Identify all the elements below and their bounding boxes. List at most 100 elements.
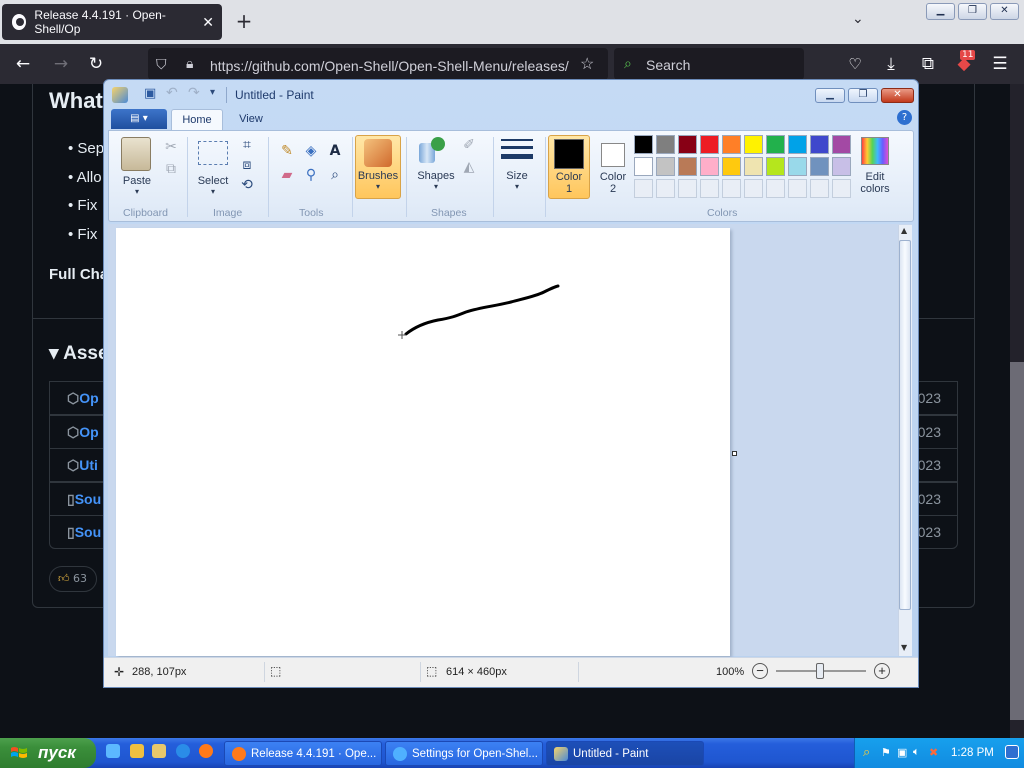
explorer-icon[interactable] xyxy=(152,744,166,758)
minimize-button[interactable]: ▁ xyxy=(926,3,955,20)
clipboard-icon[interactable] xyxy=(121,137,151,171)
zoom-slider-thumb[interactable] xyxy=(816,663,824,679)
shield-icon[interactable]: ⛉ xyxy=(156,56,167,73)
firefox-icon[interactable] xyxy=(199,744,213,758)
paint-menu-button[interactable]: ▤ ▾ xyxy=(111,109,167,129)
palette-empty-swatch[interactable] xyxy=(656,179,675,198)
palette-swatch[interactable] xyxy=(744,135,763,154)
palette-empty-swatch[interactable] xyxy=(678,179,697,198)
internet-explorer-icon[interactable] xyxy=(176,744,190,758)
reload-icon[interactable]: ↻ xyxy=(85,53,107,75)
palette-empty-swatch[interactable] xyxy=(788,179,807,198)
page-scrollbar-thumb[interactable] xyxy=(1010,362,1024,720)
palette-swatch[interactable] xyxy=(678,157,697,176)
canvas-scrollbar-thumb[interactable] xyxy=(899,240,911,610)
chevron-down-icon[interactable]: ▾ xyxy=(411,182,461,191)
rotate-icon[interactable]: ⟲ xyxy=(237,175,257,195)
zoom-in-button[interactable]: + xyxy=(874,663,890,679)
new-tab-button[interactable]: + xyxy=(232,10,256,34)
palette-swatch[interactable] xyxy=(766,157,785,176)
palette-swatch[interactable] xyxy=(678,135,697,154)
chevron-down-icon[interactable]: ▾ xyxy=(191,187,235,196)
palette-swatch[interactable] xyxy=(766,135,785,154)
browser-tab[interactable]: Release 4.4.191 · Open-Shell/Op ✕ xyxy=(2,4,222,40)
crop-icon[interactable]: ⌗ xyxy=(237,135,257,155)
palette-empty-swatch[interactable] xyxy=(722,179,741,198)
help-icon[interactable]: ? xyxy=(897,110,912,125)
flag-icon[interactable]: ⚑ xyxy=(881,746,891,759)
scroll-down-icon[interactable]: ▼ xyxy=(901,643,907,652)
pencil-icon[interactable]: ✎ xyxy=(277,141,297,161)
palette-swatch[interactable] xyxy=(744,157,763,176)
edit-colors-icon[interactable] xyxy=(861,137,889,165)
magnifier-icon[interactable]: ⌕ xyxy=(325,165,345,185)
full-changelog-link[interactable]: Full Cha xyxy=(49,266,108,283)
forward-icon[interactable]: → xyxy=(50,53,72,75)
resize-icon[interactable]: ⧈ xyxy=(237,155,257,175)
fill-icon[interactable]: ◈ xyxy=(301,141,321,161)
media-player-icon[interactable] xyxy=(130,744,144,758)
zoom-out-button[interactable]: − xyxy=(752,663,768,679)
paint-app-icon[interactable] xyxy=(112,87,128,103)
palette-swatch[interactable] xyxy=(832,157,851,176)
bookmark-star-icon[interactable]: ☆ xyxy=(580,54,594,74)
taskbar-button-firefox[interactable]: Release 4.4.191 · Ope... xyxy=(224,741,382,766)
shapes-icon[interactable] xyxy=(419,137,445,165)
paste-button[interactable]: Paste xyxy=(117,175,157,187)
chevron-down-icon[interactable]: ▾ xyxy=(117,187,157,196)
palette-swatch[interactable] xyxy=(810,135,829,154)
palette-empty-swatch[interactable] xyxy=(700,179,719,198)
start-button[interactable]: пуск xyxy=(0,738,96,768)
select-button[interactable]: Select xyxy=(191,175,235,187)
fill-shape-icon[interactable]: ◭ xyxy=(459,157,479,177)
tab-view[interactable]: View xyxy=(231,109,271,130)
address-bar[interactable]: ⛉ 🔒︎ https://github.com/Open-Shell/Open-… xyxy=(148,48,608,80)
customize-qat-icon[interactable]: ▾ xyxy=(210,87,215,98)
close-button[interactable]: ✕ xyxy=(990,3,1019,20)
shapes-button[interactable]: Shapes xyxy=(411,170,461,182)
cut-icon[interactable]: ✂ xyxy=(161,137,181,157)
back-icon[interactable]: ← xyxy=(12,53,34,75)
outline-icon[interactable]: ✐ xyxy=(459,135,479,155)
tab-home[interactable]: Home xyxy=(171,109,223,130)
restore-button[interactable]: ❐ xyxy=(958,3,987,20)
palette-empty-swatch[interactable] xyxy=(766,179,785,198)
size-button[interactable]: Size xyxy=(497,170,537,182)
volume-icon[interactable]: 🔈︎ xyxy=(913,746,920,759)
network-icon[interactable]: ▣ xyxy=(897,746,907,759)
redo-icon[interactable]: ↷ xyxy=(188,85,200,101)
palette-swatch[interactable] xyxy=(700,157,719,176)
drawing-canvas[interactable] xyxy=(116,228,730,656)
palette-swatch[interactable] xyxy=(832,135,851,154)
palette-swatch[interactable] xyxy=(788,135,807,154)
palette-swatch[interactable] xyxy=(722,135,741,154)
undo-icon[interactable]: ↶ xyxy=(166,85,178,101)
paint-title-bar[interactable]: ▣ ↶ ↷ ▾ Untitled - Paint ▁ ❐ ✕ xyxy=(104,80,918,110)
search-icon[interactable]: ⌕ xyxy=(863,744,870,760)
lock-icon[interactable]: 🔒︎ xyxy=(186,55,193,72)
close-tab-icon[interactable]: ✕ xyxy=(202,14,214,31)
color-picker-icon[interactable]: ⚲ xyxy=(301,165,321,185)
palette-empty-swatch[interactable] xyxy=(744,179,763,198)
paint-minimize-button[interactable]: ▁ xyxy=(815,88,845,103)
reaction-button[interactable]: 👍︎ 63 xyxy=(49,566,97,592)
palette-swatch[interactable] xyxy=(788,157,807,176)
palette-empty-swatch[interactable] xyxy=(634,179,653,198)
taskbar-button-paint[interactable]: Untitled - Paint xyxy=(546,741,704,766)
download-icon[interactable]: ⤓ xyxy=(880,53,902,75)
palette-swatch[interactable] xyxy=(656,135,675,154)
scroll-up-icon[interactable]: ▲ xyxy=(901,226,907,235)
palette-swatch[interactable] xyxy=(700,135,719,154)
security-icon[interactable]: ✖ xyxy=(929,746,938,759)
palette-swatch[interactable] xyxy=(722,157,741,176)
search-box[interactable]: ⌕ Search xyxy=(614,48,804,80)
edit-colors-button[interactable]: Edit xyxy=(855,171,895,183)
palette-swatch[interactable] xyxy=(810,157,829,176)
eraser-icon[interactable]: ▰ xyxy=(277,165,297,185)
palette-swatch[interactable] xyxy=(634,157,653,176)
size-icon[interactable] xyxy=(501,137,533,165)
pocket-icon[interactable]: ♡ xyxy=(844,53,866,75)
palette-swatch[interactable] xyxy=(656,157,675,176)
copy-icon[interactable]: ⧉ xyxy=(161,159,181,179)
extensions-icon[interactable]: ⧉ xyxy=(917,53,939,75)
